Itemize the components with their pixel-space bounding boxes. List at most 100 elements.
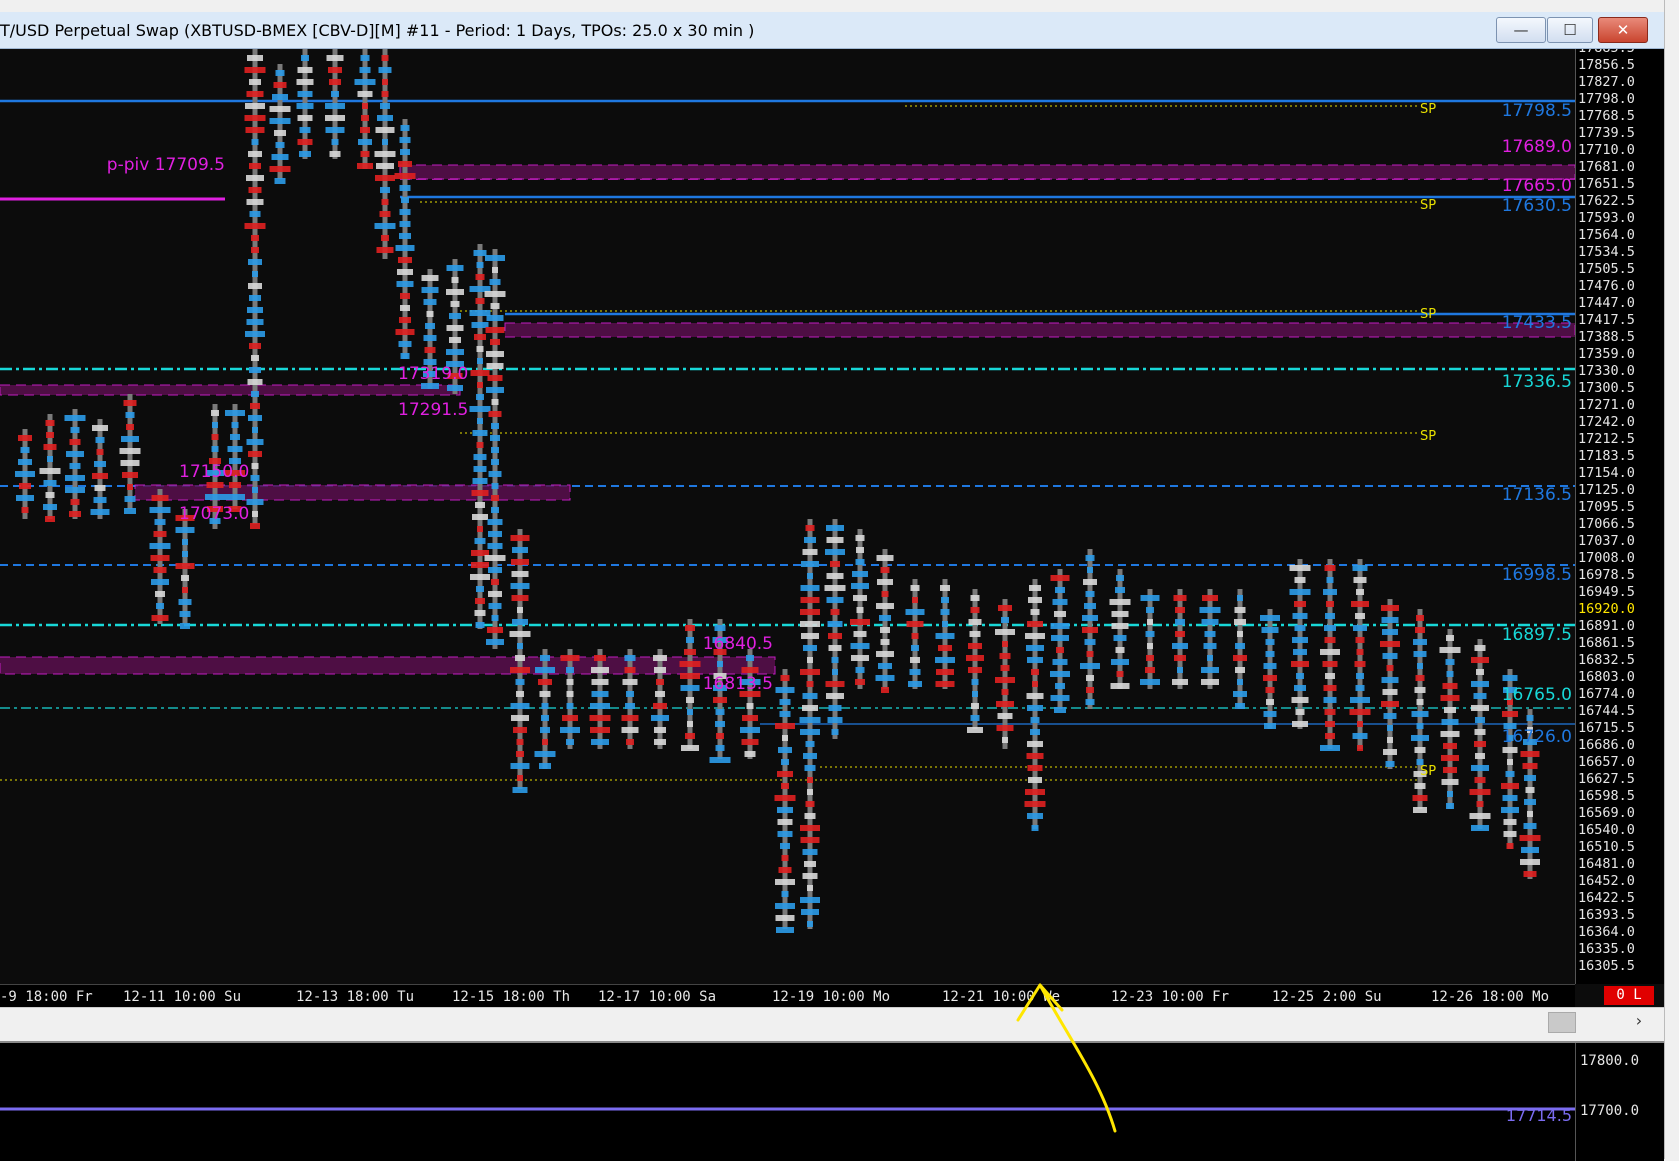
tpo-block: [1416, 699, 1424, 705]
tpo-block: [654, 739, 666, 745]
tpo-block: [686, 637, 694, 643]
price-tick-label: 17505.5: [1578, 261, 1635, 277]
tpo-block: [1174, 655, 1186, 661]
tpo-block: [486, 315, 504, 321]
tpo-block: [182, 539, 188, 545]
tpo-block: [1473, 693, 1487, 699]
tpo-block: [331, 139, 339, 145]
horizontal-scrollbar[interactable]: ›: [0, 1007, 1664, 1035]
tpo-block: [535, 667, 555, 673]
tpo-block: [491, 447, 499, 453]
tpo-block: [247, 55, 263, 61]
price-axis[interactable]: 17885.517856.517827.017798.017768.517739…: [1575, 49, 1664, 984]
tpo-block: [1446, 803, 1454, 809]
indicator-subpanel[interactable]: 17714.5 17800.0 17700.0: [0, 1041, 1664, 1161]
tpo-block: [96, 449, 104, 455]
tpo-block: [800, 669, 820, 675]
window-titlebar[interactable]: T/USD Perpetual Swap (XBTUSD-BMEX [CBV-D…: [0, 12, 1664, 49]
tpo-chart-panel[interactable]: 17798.5 17689.0 17665.0 17630.5 17433.5 17336…: [0, 49, 1664, 1007]
time-axis[interactable]: -9 18:00 Fr 12-11 10:00 Su 12-13 18:00 Tu 1…: [0, 984, 1575, 1007]
price-tick-label: 17125.0: [1578, 482, 1635, 498]
tpo-block: [487, 543, 503, 549]
tpo-block: [487, 627, 503, 633]
tpo-block: [1349, 709, 1371, 715]
tpo-block: [972, 691, 978, 697]
price-tick-label: 17710.0: [1578, 142, 1635, 158]
tpo-block: [775, 687, 795, 693]
tpo-block: [1380, 641, 1400, 647]
tpo-block: [1386, 665, 1394, 671]
tpo-block: [969, 631, 981, 637]
tpo-block: [1322, 661, 1338, 667]
tpo-block: [360, 151, 370, 157]
tpo-block: [560, 727, 580, 733]
tpo-block: [1324, 625, 1336, 631]
tpo-block: [1387, 725, 1393, 731]
tpo-block: [249, 367, 261, 373]
tpo-block: [1050, 575, 1070, 581]
tpo-block: [400, 353, 410, 359]
price-tick-label: 17856.5: [1578, 57, 1635, 73]
tpo-block: [475, 622, 485, 628]
tpo-block: [935, 633, 955, 639]
tpo-block: [876, 651, 894, 657]
tpo-block: [1353, 625, 1367, 631]
minimize-button[interactable]: —: [1496, 17, 1546, 43]
tpo-block: [248, 415, 262, 421]
tpo-block: [399, 233, 411, 239]
tpo-block: [1032, 681, 1038, 687]
level-value-label: 17336.5: [1502, 372, 1572, 392]
tpo-block: [799, 717, 821, 723]
tpo-block: [539, 691, 551, 697]
tpo-block: [1387, 737, 1393, 743]
tpo-block: [1109, 599, 1131, 605]
tpo-block: [1474, 741, 1486, 747]
scroll-right-arrow-icon[interactable]: ›: [1628, 1011, 1650, 1031]
scrollbar-thumb[interactable]: [1548, 1012, 1576, 1033]
close-button[interactable]: ✕: [1598, 17, 1648, 43]
sp-label: SP: [1420, 429, 1436, 444]
tpo-block: [122, 472, 138, 478]
tpo-block: [249, 343, 261, 349]
tpo-block: [246, 175, 264, 181]
tpo-block: [153, 531, 167, 537]
tpo-block: [826, 537, 844, 543]
tpo-block: [361, 115, 369, 121]
tpo-block: [970, 595, 980, 601]
tpo-block: [1469, 813, 1491, 819]
tpo-block: [852, 571, 868, 577]
tpo-block: [395, 245, 415, 251]
tpo-block: [477, 382, 483, 388]
tpo-block: [1353, 577, 1367, 583]
tpo-block: [776, 927, 794, 933]
time-tick-label: 12-26 18:00 Mo: [1431, 989, 1550, 1005]
tpo-block: [880, 567, 890, 573]
tpo-block: [1030, 729, 1040, 735]
tpo-block: [511, 715, 529, 721]
tpo-block: [476, 586, 484, 592]
price-tick-label: 17095.5: [1578, 499, 1635, 515]
tpo-block: [64, 415, 86, 421]
tpo-block: [516, 739, 524, 745]
tpo-block: [249, 163, 261, 169]
indicator-canvas: 17714.5: [0, 1106, 1575, 1125]
tpo-block: [807, 573, 813, 579]
tpo-block: [379, 211, 391, 217]
tpo-block: [777, 819, 793, 825]
tpo-block: [154, 519, 166, 525]
tpo-block: [971, 679, 979, 685]
tpo-block: [1265, 651, 1275, 657]
tpo-block: [1000, 665, 1010, 671]
tpo-block: [472, 430, 488, 436]
tpo-block: [1502, 747, 1518, 753]
tpo-block: [20, 447, 30, 453]
maximize-button[interactable]: ☐: [1547, 17, 1593, 43]
tpo-block: [45, 492, 55, 498]
tpo-block: [804, 765, 816, 771]
tpo-block: [1115, 587, 1125, 593]
tpo-block: [70, 499, 80, 505]
tpo-block: [446, 349, 464, 355]
tpo-block: [1025, 633, 1045, 639]
tpo-chart-canvas[interactable]: 17798.5 17689.0 17665.017630.5 17433.5 17336…: [0, 49, 1575, 1007]
tpo-block: [382, 79, 388, 85]
